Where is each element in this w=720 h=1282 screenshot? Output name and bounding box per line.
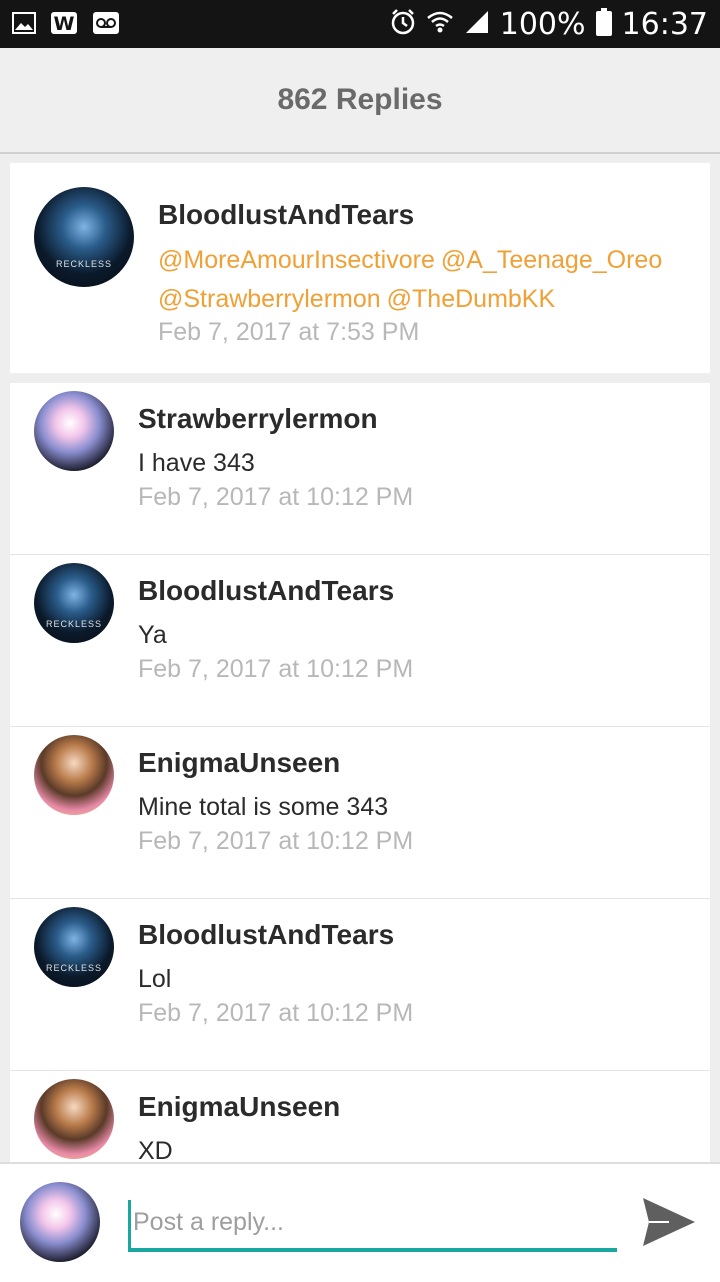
clock: 16:37 [621,6,708,42]
post-mentions: @MoreAmourInsectivore @A_Teenage_Oreo @St… [158,241,688,319]
mention-link[interactable]: @Strawberrylermon [158,285,381,313]
reply-text: I have 343 [138,449,255,477]
replies-header: 862 Replies [0,48,720,154]
reply-timestamp: Feb 7, 2017 at 10:12 PM [138,483,414,511]
avatar[interactable]: RECKLESS [34,907,114,987]
avatar-watermark: RECKLESS [45,618,103,629]
list-item: Strawberrylermon I have 343 Feb 7, 2017 … [10,383,710,555]
w-notification-icon: W [50,11,78,40]
list-item: RECKLESS BloodlustAndTears Ya Feb 7, 201… [10,555,710,727]
mention-link[interactable]: @MoreAmourInsectivore [158,246,435,274]
image-icon [12,11,36,40]
post-timestamp: Feb 7, 2017 at 7:53 PM [158,318,420,346]
reply-text: Ya [138,621,167,649]
battery-percent: 100% [499,6,586,42]
reply-timestamp: Feb 7, 2017 at 10:12 PM [138,827,414,855]
reply-list[interactable]: Strawberrylermon I have 343 Feb 7, 2017 … [10,383,710,1163]
voicemail-icon [92,11,120,40]
reply-author[interactable]: BloodlustAndTears [138,575,394,607]
list-item: RECKLESS BloodlustAndTears Lol Feb 7, 20… [10,899,710,1071]
mention-link[interactable]: @A_Teenage_Oreo [441,246,662,274]
reply-author[interactable]: EnigmaUnseen [138,747,340,779]
send-button[interactable] [636,1190,702,1256]
list-item: EnigmaUnseen XD [10,1071,710,1163]
reply-timestamp: Feb 7, 2017 at 10:12 PM [138,655,414,683]
page-title: 862 Replies [277,83,443,116]
reply-composer [0,1162,720,1282]
reply-author[interactable]: BloodlustAndTears [138,919,394,951]
avatar[interactable] [20,1182,100,1262]
list-item: EnigmaUnseen Mine total is some 343 Feb … [10,727,710,899]
post-author[interactable]: BloodlustAndTears [158,199,414,231]
avatar[interactable]: RECKLESS [34,187,134,287]
reply-timestamp: Feb 7, 2017 at 10:12 PM [138,999,414,1027]
avatar[interactable] [34,735,114,815]
avatar[interactable]: RECKLESS [34,563,114,643]
reply-text: Lol [138,965,172,993]
reply-text: Mine total is some 343 [138,793,389,821]
svg-text:W: W [54,13,75,35]
reply-author[interactable]: EnigmaUnseen [138,1091,340,1123]
reply-input[interactable] [128,1200,617,1252]
status-bar: W 100% 16:37 [0,0,720,48]
mention-link[interactable]: @TheDumbKK [387,285,556,313]
avatar[interactable] [34,391,114,471]
signal-icon [464,9,490,40]
reply-text: XD [138,1137,173,1163]
avatar[interactable] [34,1079,114,1159]
avatar-watermark: RECKLESS [55,259,113,269]
send-icon [639,1197,699,1253]
original-post: RECKLESS BloodlustAndTears @MoreAmourIns… [10,163,710,373]
reply-author[interactable]: Strawberrylermon [138,403,378,435]
wifi-icon [426,9,454,40]
battery-icon [595,7,612,41]
avatar-watermark: RECKLESS [45,962,103,973]
alarm-icon [390,8,416,41]
